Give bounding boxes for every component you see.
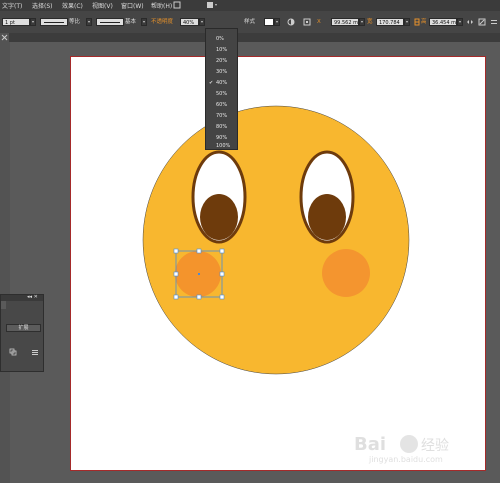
opacity-option[interactable]: 0% (206, 34, 237, 44)
profile-label: 等比 (69, 19, 81, 25)
opacity-option-selected[interactable]: ✔ 40% (206, 78, 237, 88)
opacity-label[interactable]: 不透明度 (151, 18, 173, 26)
menu-view[interactable]: 视图(V) (92, 1, 113, 10)
handle (173, 271, 179, 277)
artboard[interactable]: Bai 经验 jingyan.baidu.com (70, 56, 486, 471)
more-options-icon[interactable] (490, 18, 498, 26)
handle (219, 294, 225, 300)
baidu-watermark: Bai 经验 jingyan.baidu.com (354, 434, 449, 464)
opacity-option[interactable]: 80% (206, 122, 237, 132)
brush-dropdown[interactable] (141, 18, 147, 26)
arrange-documents-icon[interactable] (206, 1, 218, 9)
right-cheek[interactable] (322, 249, 370, 297)
svg-text:jingyan.baidu.com: jingyan.baidu.com (368, 455, 443, 464)
constrain-proportions-icon[interactable] (413, 18, 421, 26)
right-pupil[interactable] (308, 194, 346, 240)
bridge-icon[interactable] (173, 1, 181, 9)
handle (219, 271, 225, 277)
handle (219, 248, 225, 254)
panel-controls[interactable]: ◂◂ ✕ (27, 294, 38, 300)
opacity-dropdown[interactable] (199, 18, 205, 26)
opacity-field[interactable]: 40% (180, 18, 199, 26)
stroke-weight-dropdown[interactable] (30, 18, 36, 26)
menu-bar: 文字(T) 选择(S) 效果(C) 视图(V) 窗口(W) 帮助(H) (0, 0, 500, 11)
align-icon[interactable] (303, 18, 311, 26)
panel-options-icon[interactable] (9, 348, 17, 356)
handle (196, 294, 202, 300)
handle (196, 248, 202, 254)
graphic-style-swatch[interactable] (264, 18, 274, 26)
center-point (198, 273, 200, 275)
opacity-option[interactable]: 30% (206, 67, 237, 77)
face-shape[interactable] (142, 105, 410, 375)
expand-button[interactable]: 扩展 (6, 324, 41, 332)
menu-effect[interactable]: 效果(C) (62, 1, 83, 10)
brush-label: 基本 (125, 19, 137, 25)
style-dropdown[interactable] (274, 18, 280, 26)
width-field[interactable]: 170.784 (376, 18, 404, 26)
left-pupil[interactable] (200, 194, 238, 240)
height-field[interactable]: 36.454 m (429, 18, 457, 26)
document-tab-strip (0, 33, 500, 42)
style-label: 样式 (244, 19, 256, 25)
menu-select[interactable]: 选择(S) (32, 1, 53, 10)
control-bar: 1 pt 等比 基本 不透明度 40% 样式 X 99.562 m 宽 170.… (0, 11, 500, 34)
opacity-option[interactable]: 100% (206, 143, 237, 150)
handle (173, 248, 179, 254)
transform-icon[interactable] (466, 18, 474, 26)
height-stepper[interactable] (457, 18, 463, 26)
document-tab[interactable] (0, 33, 9, 42)
opacity-option[interactable]: 90% (206, 133, 237, 143)
recolor-artwork-icon[interactable] (287, 18, 295, 26)
x-label: X (317, 19, 321, 25)
panel-title-bar[interactable]: ◂◂ ✕ (1, 294, 43, 301)
menu-type[interactable]: 文字(T) (2, 1, 22, 10)
x-stepper[interactable] (359, 18, 365, 26)
variable-width-profile-preview (40, 18, 68, 26)
width-stepper[interactable] (404, 18, 410, 26)
opacity-option[interactable]: 10% (206, 45, 237, 55)
profile-dropdown[interactable] (86, 18, 92, 26)
x-field[interactable]: 99.562 m (331, 18, 359, 26)
opacity-option[interactable]: 50% (206, 89, 237, 99)
opacity-option[interactable]: 60% (206, 100, 237, 110)
opacity-dropdown-menu: 0% 10% 20% 30% ✔ 40% 50% 60% 70% 80% 90%… (205, 28, 238, 150)
isolate-icon[interactable] (478, 18, 486, 26)
menu-help[interactable]: 帮助(H) (151, 1, 172, 10)
height-label: 高 (421, 19, 427, 25)
svg-text:Bai: Bai (354, 434, 386, 455)
opacity-option[interactable]: 20% (206, 56, 237, 66)
menu-window[interactable]: 窗口(W) (121, 1, 144, 10)
width-label: 宽 (367, 19, 373, 25)
brush-preview (96, 18, 124, 26)
opacity-option-label: 40% (216, 80, 228, 86)
svg-text:经验: 经验 (421, 438, 449, 454)
floating-panel: ◂◂ ✕ 扩展 (0, 294, 44, 372)
opacity-option[interactable]: 70% (206, 111, 237, 121)
panel-tab[interactable] (1, 301, 6, 309)
panel-menu-icon[interactable] (31, 348, 39, 356)
stroke-weight-field[interactable]: 1 pt (2, 18, 30, 26)
handle (173, 294, 179, 300)
